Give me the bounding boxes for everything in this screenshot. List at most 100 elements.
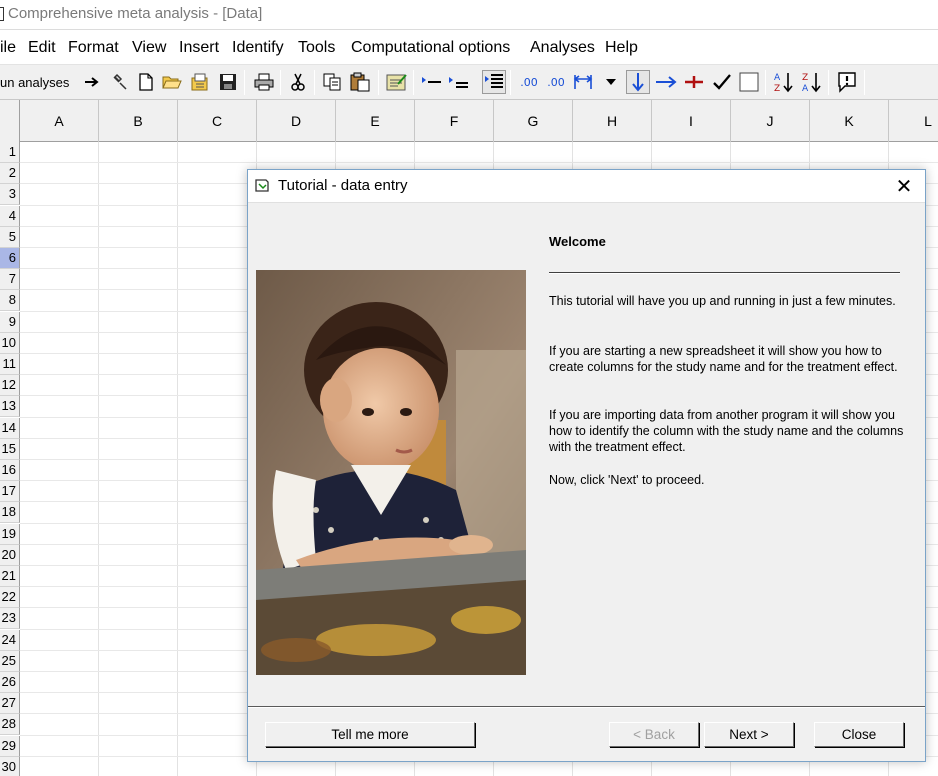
row-header-17[interactable]: 17: [0, 481, 20, 503]
row-header-8[interactable]: 8: [0, 290, 20, 312]
app-icon: [0, 7, 4, 21]
toolbar-separator: [864, 70, 865, 95]
arrow-right-blue-icon[interactable]: [654, 70, 678, 94]
column-header-a[interactable]: A: [20, 100, 99, 142]
run-analyses-button[interactable]: un analyses: [0, 75, 69, 90]
open-folder-icon[interactable]: [160, 70, 184, 94]
row-header-11[interactable]: 11: [0, 354, 20, 375]
sort-za-icon[interactable]: ZA: [800, 70, 824, 94]
decrease-decimals-icon[interactable]: .00: [544, 70, 568, 94]
row-header-16[interactable]: 16: [0, 460, 20, 481]
check-icon[interactable]: [710, 70, 734, 94]
menu-insert[interactable]: Insert: [179, 39, 219, 57]
window-titlebar: Comprehensive meta analysis - [Data]: [0, 0, 938, 30]
column-header-i[interactable]: I: [652, 100, 731, 142]
row-header-24[interactable]: 24: [0, 629, 20, 651]
indent-left-icon[interactable]: [419, 70, 443, 94]
new-spreadsheet-paragraph: If you are starting a new spreadsheet it…: [549, 344, 898, 374]
print-icon[interactable]: [252, 70, 276, 94]
row-header-28[interactable]: 28: [0, 714, 20, 736]
row-header-5[interactable]: 5: [0, 226, 20, 248]
checkbox-icon[interactable]: [737, 70, 761, 94]
column-header-k[interactable]: K: [810, 100, 889, 142]
row-header-6[interactable]: 6: [0, 248, 20, 269]
row-header-27[interactable]: 27: [0, 693, 20, 715]
sort-az-icon[interactable]: AZ: [772, 70, 796, 94]
row-header-1[interactable]: 1: [0, 142, 20, 163]
toolbar-separator: [828, 70, 829, 95]
row-header-18[interactable]: 18: [0, 502, 20, 524]
row-header-9[interactable]: 9: [0, 311, 20, 333]
column-width-icon[interactable]: [571, 70, 595, 94]
row-header-30[interactable]: 30: [0, 756, 20, 776]
save-icon[interactable]: [216, 70, 240, 94]
increase-decimals-icon[interactable]: .00: [517, 70, 541, 94]
row-header-22[interactable]: 22: [0, 587, 20, 609]
column-header-l[interactable]: L: [889, 100, 938, 142]
row-header-26[interactable]: 26: [0, 672, 20, 693]
info-icon[interactable]: [835, 70, 859, 94]
import-icon[interactable]: [188, 70, 212, 94]
tell-me-more-button[interactable]: Tell me more: [265, 722, 475, 747]
grid-row-line: [20, 162, 938, 164]
plus-icon[interactable]: [682, 70, 706, 94]
menu-computational-options[interactable]: Computational options: [351, 39, 510, 57]
copy-icon[interactable]: [320, 70, 344, 94]
indent-right-icon[interactable]: [446, 70, 470, 94]
row-header-7[interactable]: 7: [0, 269, 20, 291]
menu-edit[interactable]: Edit: [28, 39, 56, 57]
row-header-21[interactable]: 21: [0, 566, 20, 587]
row-header-19[interactable]: 19: [0, 523, 20, 545]
dialog-titlebar[interactable]: Tutorial - data entry ✕: [248, 170, 925, 203]
select-all-corner[interactable]: [0, 100, 20, 142]
welcome-heading: Welcome: [549, 234, 606, 249]
row-header-14[interactable]: 14: [0, 417, 20, 439]
row-header-15[interactable]: 15: [0, 438, 20, 460]
row-header-2[interactable]: 2: [0, 163, 20, 185]
column-header-h[interactable]: H: [573, 100, 652, 142]
row-header-3[interactable]: 3: [0, 184, 20, 206]
new-file-icon[interactable]: [134, 70, 158, 94]
window-title: Comprehensive meta analysis - [Data]: [8, 5, 263, 22]
row-header-23[interactable]: 23: [0, 608, 20, 630]
hammer-icon[interactable]: [108, 70, 132, 94]
footer-divider: [248, 706, 925, 708]
dropdown-icon[interactable]: [599, 70, 623, 94]
cut-icon[interactable]: [286, 70, 310, 94]
row-header-29[interactable]: 29: [0, 735, 20, 757]
close-icon[interactable]: ✕: [893, 175, 915, 197]
column-header-j[interactable]: J: [731, 100, 810, 142]
menu-analyses[interactable]: Analyses: [530, 39, 595, 57]
menu-bar: ile Edit Format View Insert Identify Too…: [0, 30, 938, 64]
import-data-paragraph: If you are importing data from another p…: [549, 408, 904, 454]
column-header-d[interactable]: D: [257, 100, 336, 142]
column-header-g[interactable]: G: [494, 100, 573, 142]
menu-help[interactable]: Help: [605, 39, 638, 57]
row-header-4[interactable]: 4: [0, 205, 20, 227]
column-header-f[interactable]: F: [415, 100, 494, 142]
row-header-12[interactable]: 12: [0, 375, 20, 397]
edit-icon[interactable]: [385, 70, 409, 94]
row-header-20[interactable]: 20: [0, 544, 20, 566]
row-header-13[interactable]: 13: [0, 396, 20, 418]
row-header-10[interactable]: 10: [0, 332, 20, 354]
menu-format[interactable]: Format: [68, 39, 119, 57]
menu-view[interactable]: View: [132, 39, 166, 57]
svg-text:Z: Z: [774, 84, 780, 93]
arrow-down-icon[interactable]: [626, 70, 650, 94]
back-button[interactable]: < Back: [609, 722, 699, 747]
list-icon[interactable]: [482, 70, 506, 94]
column-header-b[interactable]: B: [99, 100, 178, 142]
paste-icon[interactable]: [348, 70, 372, 94]
menu-file[interactable]: ile: [0, 39, 16, 57]
toolbar-separator: [280, 70, 281, 95]
column-header-c[interactable]: C: [178, 100, 257, 142]
column-header-e[interactable]: E: [336, 100, 415, 142]
arrow-right-icon[interactable]: [80, 70, 104, 94]
row-header-25[interactable]: 25: [0, 650, 20, 672]
menu-identify[interactable]: Identify: [232, 39, 284, 57]
svg-text:A: A: [802, 84, 809, 93]
next-button[interactable]: Next >: [704, 722, 794, 747]
close-button[interactable]: Close: [814, 722, 904, 747]
menu-tools[interactable]: Tools: [298, 39, 335, 57]
